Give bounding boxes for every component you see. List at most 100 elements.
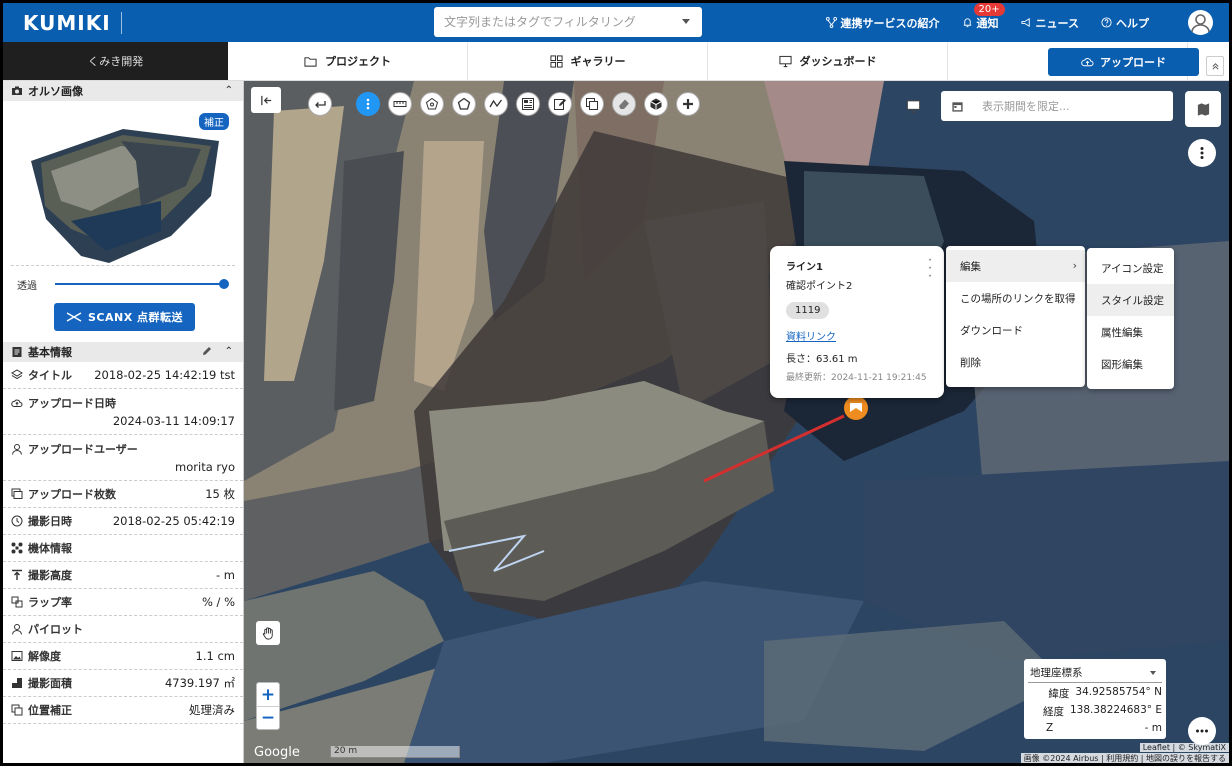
- attribution-imagery[interactable]: 画像 ©2024 Airbus | 利用規約 | 地図の誤りを報告する: [1020, 753, 1229, 763]
- info-row-label: ラップ率: [11, 594, 72, 610]
- copy-icon: [586, 98, 598, 110]
- upload-button[interactable]: アップロード: [1048, 48, 1199, 76]
- menu-item-edit[interactable]: 編集 ›: [946, 250, 1085, 282]
- polygon-tool-button[interactable]: [420, 92, 444, 116]
- map-layer-button[interactable]: [1185, 91, 1221, 127]
- layout-tool-button[interactable]: [516, 92, 540, 116]
- 3d-tool-button[interactable]: [644, 92, 668, 116]
- news-link[interactable]: ニュース: [1021, 15, 1079, 31]
- eraser-tool-button[interactable]: [612, 92, 636, 116]
- filter-search[interactable]: [434, 7, 702, 37]
- arrow-left-bar-icon: [260, 95, 271, 105]
- news-link-label: ニュース: [1035, 16, 1079, 30]
- opacity-slider-handle[interactable]: [219, 279, 229, 289]
- info-row: アップロード枚数 15 枚: [3, 481, 243, 508]
- chevron-down-icon[interactable]: [682, 19, 690, 24]
- zoom-out-button[interactable]: −: [257, 706, 279, 729]
- megaphone-icon: [1021, 18, 1030, 27]
- longitude-value: 138.38224683° E: [1069, 704, 1162, 716]
- chevron-right-icon: ›: [1072, 259, 1077, 272]
- notifications-link[interactable]: 通知 20+: [962, 3, 1005, 31]
- coordinate-system-select[interactable]: 地理座標系: [1028, 663, 1162, 683]
- calendar-icon: [952, 101, 963, 112]
- attribution-leaflet[interactable]: Leaflet | © SkymatiX: [1139, 743, 1229, 752]
- info-row-value: 4739.197 ㎡: [164, 676, 235, 690]
- popup-menu-icon[interactable]: · · ·: [928, 254, 932, 282]
- menu-item-get-link[interactable]: この場所のリンクを取得: [946, 282, 1085, 314]
- basic-info-title: 基本情報: [28, 346, 72, 359]
- popup-document-link[interactable]: 資料リンク: [786, 328, 928, 343]
- info-row-value: 2018-02-25 14:42:19 tst: [94, 368, 235, 382]
- line-tool-button[interactable]: [484, 92, 508, 116]
- app-logo[interactable]: KUMIKI: [23, 11, 111, 35]
- info-row-label: パイロット: [11, 621, 83, 637]
- pentagon-tool-button[interactable]: [452, 92, 476, 116]
- info-row-label: 撮影高度: [11, 567, 72, 583]
- popup-subtitle: 確認ポイント2: [786, 281, 853, 292]
- info-row-label: 撮影日時: [11, 513, 72, 529]
- zoom-in-button[interactable]: +: [257, 683, 279, 706]
- chevron-up-icon[interactable]: ⌃: [225, 346, 233, 357]
- ortho-section-title: オルソ画像: [28, 85, 83, 98]
- elevation-label: Z: [1046, 722, 1054, 734]
- sidebar: オルソ画像 ⌃ 補正 透過 SCANX 点群転送 基本情報 ⌃ タイトル 201…: [3, 81, 244, 763]
- info-row: アップロードユーザー morita ryo: [3, 435, 243, 481]
- horizontal-dots-icon: [1196, 729, 1208, 733]
- ruler-icon: [393, 101, 407, 107]
- collapse-sidebar-button[interactable]: [251, 87, 281, 113]
- upload-button-label: アップロード: [1100, 56, 1166, 69]
- info-row: タイトル 2018-02-25 14:42:19 tst: [3, 362, 243, 389]
- help-link[interactable]: ヘルプ: [1101, 15, 1149, 31]
- copy-tool-button[interactable]: [580, 92, 604, 116]
- pan-tool-button[interactable]: [256, 621, 280, 645]
- scanx-logo-icon: [66, 312, 82, 322]
- submenu-item-style-settings[interactable]: スタイル設定: [1087, 284, 1174, 316]
- more-actions-button[interactable]: [1188, 717, 1216, 745]
- filter-search-input[interactable]: [434, 7, 664, 37]
- org-name[interactable]: くみき開発: [3, 42, 228, 80]
- popup-title: ライン1: [786, 262, 823, 273]
- info-row-label: 解像度: [11, 648, 61, 664]
- edit-tool-button[interactable]: [548, 92, 572, 116]
- menu-item-get-link-label: この場所のリンクを取得: [960, 292, 1076, 305]
- popup-tag-chip[interactable]: 1119: [786, 302, 830, 319]
- bell-icon: [963, 18, 971, 28]
- map-options-button[interactable]: [1188, 139, 1216, 167]
- info-row-value: 処理済み: [189, 703, 235, 717]
- pentagon-icon: [457, 97, 471, 110]
- help-link-label: ヘルプ: [1116, 16, 1149, 30]
- date-range-filter[interactable]: 表示期間を限定...: [941, 91, 1173, 121]
- user-avatar[interactable]: [1188, 10, 1213, 35]
- tab-gallery-label: ギャラリー: [570, 55, 626, 68]
- chevron-up-icon[interactable]: ⌃: [225, 85, 233, 96]
- scanx-transfer-button[interactable]: SCANX 点群転送: [54, 303, 195, 331]
- pencil-icon[interactable]: [201, 345, 213, 357]
- basic-info-header[interactable]: 基本情報 ⌃: [3, 342, 243, 362]
- ortho-section-header[interactable]: オルソ画像 ⌃: [3, 81, 243, 101]
- measure-tool-button[interactable]: [388, 92, 412, 116]
- display-mode-button[interactable]: [901, 95, 925, 117]
- map-view[interactable]: 表示期間を限定... + − Google 20 m ライン1 確認ポイント2 …: [244, 81, 1229, 763]
- submenu-item-icon-settings[interactable]: アイコン設定: [1087, 252, 1174, 284]
- tab-dashboard[interactable]: ダッシュボード: [708, 42, 948, 80]
- undo-tool-button[interactable]: [308, 92, 332, 116]
- ortho-thumbnail[interactable]: 補正: [11, 101, 235, 266]
- scanx-transfer-label: SCANX 点群転送: [87, 311, 184, 324]
- menu-item-download[interactable]: ダウンロード: [946, 314, 1085, 346]
- collapse-header-button[interactable]: [1206, 56, 1224, 76]
- info-row-label-text: ラップ率: [28, 596, 72, 609]
- tab-gallery[interactable]: ギャラリー: [468, 42, 708, 80]
- tab-projects[interactable]: プロジェクト: [228, 42, 468, 80]
- info-row-value: morita ryo: [175, 460, 235, 474]
- more-tools-button[interactable]: [356, 92, 380, 116]
- services-link[interactable]: 連携サービスの紹介: [825, 15, 940, 31]
- monitor-icon: [906, 99, 920, 113]
- user-icon: [12, 444, 22, 455]
- submenu-item-attribute-edit[interactable]: 属性編集: [1087, 316, 1174, 348]
- opacity-slider-track[interactable]: [55, 283, 226, 285]
- tab-dashboard-label: ダッシュボード: [799, 55, 877, 68]
- folder-icon: [304, 56, 317, 67]
- add-tool-button[interactable]: [676, 92, 700, 116]
- menu-item-delete[interactable]: 削除: [946, 346, 1085, 378]
- submenu-item-shape-edit[interactable]: 図形編集: [1087, 348, 1174, 380]
